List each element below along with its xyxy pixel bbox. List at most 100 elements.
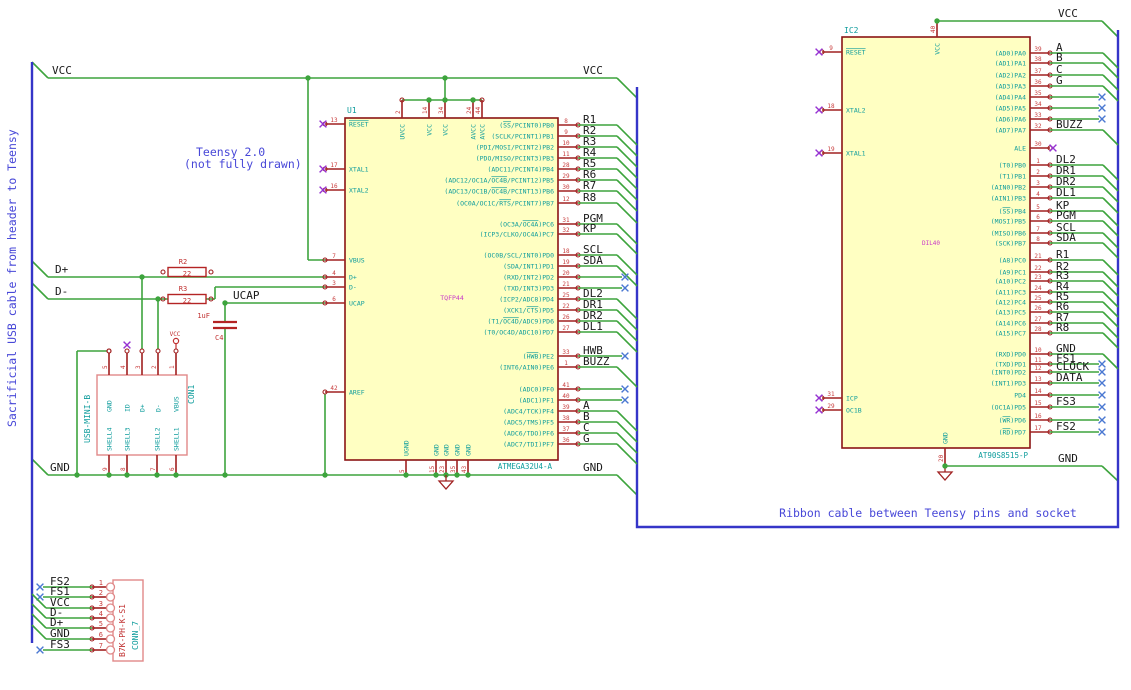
cable-entry: [616, 135, 638, 157]
net-label[interactable]: G: [1056, 74, 1063, 87]
net-label[interactable]: D+: [55, 263, 69, 276]
pin-name: (A15)PC7: [995, 329, 1026, 337]
cable-entry: [616, 202, 638, 224]
net-label[interactable]: BUZZ: [583, 355, 610, 368]
net-label[interactable]: R8: [1056, 321, 1069, 334]
value-ic2[interactable]: AT90S8515-P: [978, 451, 1028, 460]
pin-number: 44: [475, 106, 482, 114]
net-label[interactable]: DL1: [583, 320, 603, 333]
ref-ic2[interactable]: IC2: [844, 26, 859, 35]
connector-pad[interactable]: [105, 592, 116, 602]
net-label[interactable]: UCAP: [233, 289, 260, 302]
connector-pad[interactable]: [105, 603, 116, 613]
value-r2[interactable]: 22: [183, 270, 191, 278]
pin-number: 35: [450, 465, 457, 473]
pin-name: (A9)PC1: [999, 268, 1026, 276]
vcc-power-label: VCC: [170, 331, 181, 338]
net-label[interactable]: SDA: [1056, 231, 1076, 244]
pin-number: 20: [938, 454, 945, 462]
junction-dot: [454, 472, 460, 478]
pin-name: OC1B: [846, 406, 862, 414]
value-conn7[interactable]: B7K-PH-K-S1: [118, 604, 127, 657]
net-label[interactable]: VCC: [52, 64, 72, 77]
value-r3[interactable]: 22: [183, 297, 191, 305]
pin-end-circle: [124, 348, 130, 354]
value-u1[interactable]: ATMEGA32U4-A: [498, 462, 553, 471]
ref-r2[interactable]: R2: [179, 258, 187, 266]
pin-name: (AD3)PA3: [995, 82, 1026, 90]
ref-conn7[interactable]: CONN_7: [131, 621, 140, 650]
pin-number: 36: [1034, 79, 1042, 86]
connector-pad[interactable]: [105, 645, 116, 655]
package-u1[interactable]: TQFP44: [440, 294, 464, 302]
pin-name: UGND: [403, 440, 411, 456]
pin-name: (OC1A)PD5: [991, 403, 1026, 411]
pin-name: (ICP3/CLKO/OC4A)PC7: [480, 230, 554, 238]
net-label[interactable]: BUZZ: [1056, 118, 1083, 131]
pin-number: 27: [1034, 316, 1042, 323]
connector-pad[interactable]: [105, 582, 116, 592]
pin-number: 13: [1034, 376, 1042, 383]
net-label[interactable]: D-: [55, 285, 68, 298]
wire: [31, 61, 49, 79]
pin-name: VCC: [426, 124, 434, 136]
pin-name: RESET: [349, 120, 369, 128]
pin-name: (AD7)PA7: [995, 126, 1026, 134]
pin-number: 39: [562, 404, 570, 411]
pin-end-circle: [208, 269, 214, 275]
pin-name: D+: [349, 273, 357, 281]
value-c4[interactable]: 1uF: [197, 312, 210, 320]
cable-entry: [31, 624, 47, 640]
net-label[interactable]: G: [583, 432, 590, 445]
net-label[interactable]: FS3: [1056, 395, 1076, 408]
pin-name: XTAL2: [846, 106, 866, 114]
pin-name: (ADC11/PCINT4)PB4: [487, 165, 554, 173]
ref-c4[interactable]: C4: [215, 334, 223, 342]
pin-number: 14: [1034, 388, 1042, 395]
pin-end-circle: [106, 348, 112, 354]
cable-entry: [616, 265, 638, 287]
pin-name: XTAL2: [349, 186, 369, 194]
net-label[interactable]: VCC: [1058, 7, 1078, 20]
pin-number: 2: [99, 589, 103, 597]
pin-name: (A8)PC0: [999, 256, 1026, 264]
pin-number: 4: [120, 365, 127, 369]
pin-number: 23: [1034, 274, 1042, 281]
net-label[interactable]: DL1: [1056, 186, 1076, 199]
pin-number: 2: [151, 365, 158, 369]
pin-name: AVCC: [470, 124, 478, 140]
pin-name: (OC3A/OC4A)PC6: [499, 220, 554, 228]
net-label[interactable]: GND: [50, 461, 70, 474]
pin-name: (T1/OC4D/ADC9)PD6: [487, 317, 554, 325]
pin-name: RESET: [846, 48, 866, 56]
junction-dot: [106, 472, 112, 478]
pin-number: 12: [1034, 365, 1042, 372]
net-label[interactable]: DATA: [1056, 371, 1083, 384]
net-label[interactable]: R8: [583, 191, 596, 204]
net-label[interactable]: GND: [583, 461, 603, 474]
ref-r3[interactable]: R3: [179, 285, 187, 293]
package-ic2[interactable]: DIL40: [922, 240, 940, 247]
pin-number: 31: [562, 217, 570, 224]
net-label[interactable]: FS2: [1056, 420, 1076, 433]
pin-name: (INT0)PD2: [991, 368, 1026, 376]
net-label[interactable]: KP: [583, 222, 597, 235]
net-label[interactable]: FS3: [50, 638, 70, 651]
connector-pad[interactable]: [105, 623, 116, 633]
connector-pad[interactable]: [105, 634, 116, 644]
pin-number: 26: [562, 314, 570, 321]
pin-number: 28: [1034, 326, 1042, 333]
ref-con1[interactable]: CON1: [187, 385, 196, 404]
value-con1[interactable]: USB-MINI-B: [83, 395, 92, 443]
cable-entry: [1102, 259, 1119, 276]
junction-dot: [426, 97, 432, 103]
pin-name: (INT1)PD3: [991, 379, 1026, 387]
connector-pad[interactable]: [105, 613, 116, 623]
net-label[interactable]: GND: [1058, 452, 1078, 465]
ref-u1[interactable]: U1: [347, 106, 357, 115]
pin-number: 13: [330, 117, 338, 124]
pin-name: ICP: [846, 394, 858, 402]
net-label[interactable]: SDA: [583, 254, 603, 267]
net-label[interactable]: VCC: [583, 64, 603, 77]
pin-number: 5: [102, 365, 109, 369]
